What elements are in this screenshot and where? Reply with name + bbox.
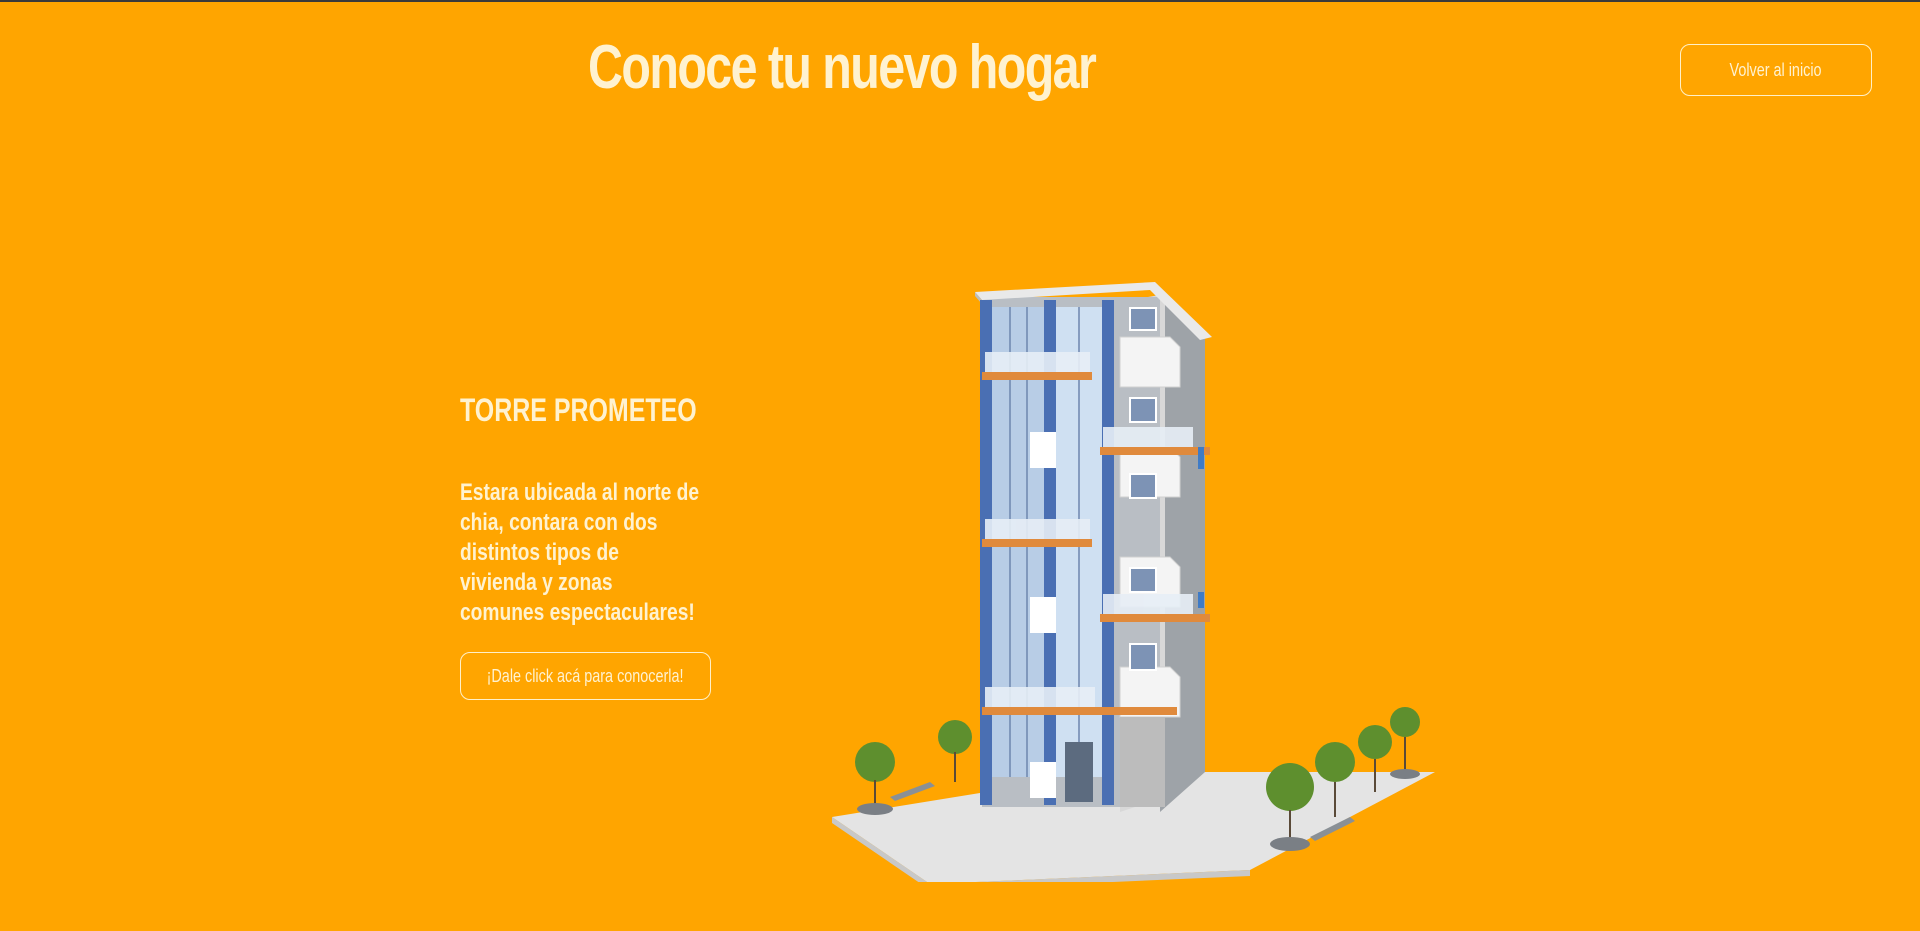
back-home-button-label: Volver al inicio xyxy=(1729,59,1823,80)
tower-name: TORRE PROMETEO xyxy=(460,392,697,428)
page-title: Conoce tu nuevo hogar xyxy=(588,33,1097,102)
back-home-button[interactable]: Volver al inicio xyxy=(1680,44,1872,96)
apartment-building-illustration xyxy=(832,282,1435,882)
learn-more-button[interactable]: ¡Dale click acá para conocerla! xyxy=(460,652,711,700)
learn-more-button-label: ¡Dale click acá para conocerla! xyxy=(487,665,684,686)
entrance-door xyxy=(1065,742,1093,802)
tower-description: Estara ubicada al norte de chia, contara… xyxy=(460,479,700,626)
